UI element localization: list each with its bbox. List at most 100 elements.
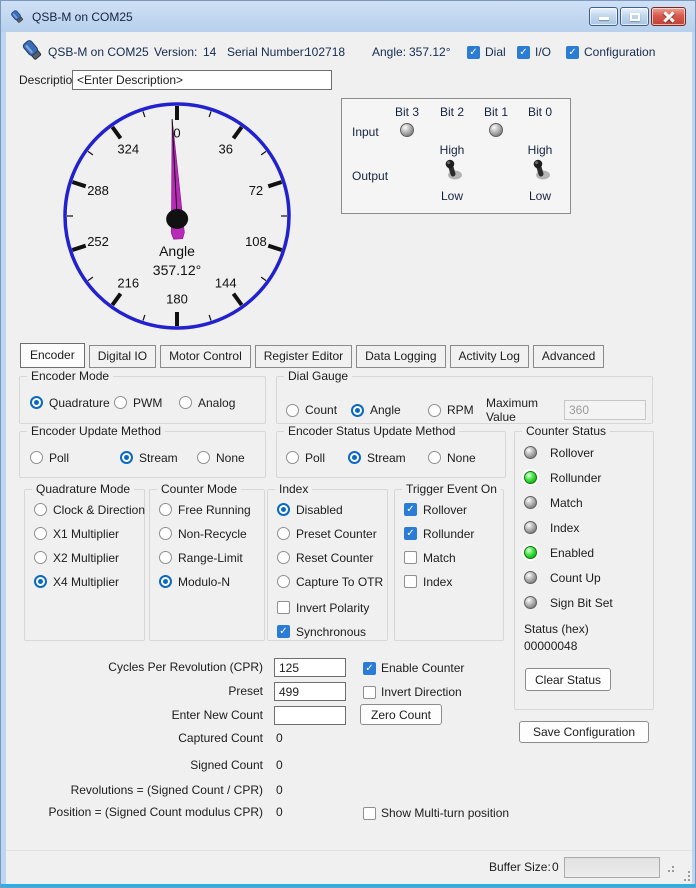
led-off: [524, 496, 537, 509]
radio-clock-direction[interactable]: Clock & Direction: [34, 503, 144, 516]
checkbox-mark: [363, 807, 376, 820]
captured-count-label: Captured Count: [13, 729, 263, 748]
tab-advanced[interactable]: Advanced: [533, 345, 604, 368]
checkbox-dial[interactable]: ✓ Dial: [467, 45, 506, 59]
tab-register-editor[interactable]: Register Editor: [255, 345, 352, 368]
bit3-header: Bit 3: [385, 105, 429, 119]
group-encoder-status-update-method: Encoder Status Update Method PollStreamN…: [276, 431, 506, 478]
checkbox-invert-direction[interactable]: Invert Direction: [363, 685, 462, 699]
client-area: QSB-M on COM25 Version: 14 Serial Number…: [6, 32, 692, 884]
captured-count-value: 0: [276, 729, 283, 748]
option-label: Count: [305, 403, 337, 417]
option-label: Reset Counter: [296, 551, 373, 565]
radio-mark: [351, 404, 364, 417]
led-label: Rollunder: [550, 471, 601, 485]
radio-angle[interactable]: Angle: [351, 404, 428, 417]
minimize-button[interactable]: [589, 7, 618, 26]
radio-non-recycle[interactable]: Non-Recycle: [159, 527, 264, 540]
titlebar[interactable]: QSB-M on COM25: [1, 1, 695, 32]
radio-none[interactable]: None: [428, 451, 476, 464]
maximize-icon: [630, 13, 640, 21]
status-led-rollunder: Rollunder: [515, 465, 653, 490]
checkbox-index[interactable]: Index: [404, 575, 503, 588]
tab-activity-log[interactable]: Activity Log: [450, 345, 529, 368]
checkbox-show-multiturn[interactable]: Show Multi-turn position: [363, 806, 509, 820]
option-label: Modulo-N: [178, 575, 230, 589]
bit0-low-label: Low: [518, 189, 562, 203]
radio-mark: [159, 527, 172, 540]
radio-quadrature[interactable]: Quadrature: [30, 396, 114, 409]
resize-grip[interactable]: [664, 862, 675, 873]
tab-data-logging[interactable]: Data Logging: [356, 345, 445, 368]
option-label: Rollover: [423, 503, 467, 517]
radio-x4-multiplier[interactable]: X4 Multiplier: [34, 575, 144, 588]
radio-stream[interactable]: Stream: [348, 451, 428, 464]
radio-free-running[interactable]: Free Running: [159, 503, 264, 516]
checkbox-mark: ✓: [517, 46, 530, 59]
radio-mark: [197, 451, 210, 464]
checkbox-label: Configuration: [584, 45, 655, 59]
radio-analog[interactable]: Analog: [179, 396, 235, 409]
tab-encoder[interactable]: Encoder: [20, 343, 85, 368]
maximize-button[interactable]: [620, 7, 649, 26]
checkbox-mark: [277, 601, 290, 614]
radio-x1-multiplier[interactable]: X1 Multiplier: [34, 527, 144, 540]
group-counter-status: Counter Status RolloverRollunderMatchInd…: [514, 431, 654, 710]
tab-motor-control[interactable]: Motor Control: [160, 345, 251, 368]
checkbox-rollover[interactable]: ✓Rollover: [404, 503, 503, 516]
buffer-progressbar: [564, 857, 660, 878]
checkbox-mark: [404, 575, 417, 588]
option-label: Index: [423, 575, 452, 589]
bit1-header: Bit 1: [474, 105, 518, 119]
status-led-index: Index: [515, 515, 653, 540]
checkbox-io[interactable]: ✓ I/O: [517, 45, 551, 59]
radio-disabled[interactable]: Disabled: [277, 503, 387, 516]
radio-count[interactable]: Count: [286, 404, 351, 417]
radio-pwm[interactable]: PWM: [114, 396, 179, 409]
zero-count-button[interactable]: Zero Count: [360, 704, 442, 725]
preset-input[interactable]: [274, 682, 346, 701]
checkbox-synchronous[interactable]: ✓Synchronous: [277, 625, 387, 638]
cpr-input[interactable]: [274, 658, 346, 677]
output-bit0-toggle[interactable]: [529, 157, 553, 183]
position-label: Position = (Signed Count modulus CPR): [13, 803, 263, 822]
status-hex-label: Status (hex): [524, 622, 589, 636]
checkbox-enable-counter[interactable]: ✓ Enable Counter: [363, 661, 464, 675]
tab-digital-io[interactable]: Digital IO: [89, 345, 156, 368]
option-label: Preset Counter: [296, 527, 377, 541]
checkbox-configuration[interactable]: ✓ Configuration: [566, 45, 655, 59]
option-label: Invert Polarity: [296, 601, 369, 615]
radio-capture-to-otr[interactable]: Capture To OTR: [277, 575, 387, 588]
radio-poll[interactable]: Poll: [286, 451, 348, 464]
option-label: RPM: [447, 403, 474, 417]
radio-mark: [34, 551, 47, 564]
revolutions-label: Revolutions = (Signed Count / CPR): [13, 781, 263, 800]
output-bit2-toggle[interactable]: [441, 157, 465, 183]
radio-range-limit[interactable]: Range-Limit: [159, 551, 264, 564]
checkbox-rollunder[interactable]: ✓Rollunder: [404, 527, 503, 540]
radio-none[interactable]: None: [197, 451, 245, 464]
save-configuration-button[interactable]: Save Configuration: [519, 721, 649, 743]
serial-value: 102718: [305, 45, 345, 59]
signed-count-value: 0: [276, 756, 283, 775]
checkbox-match[interactable]: Match: [404, 551, 503, 564]
checkbox-invert-polarity[interactable]: Invert Polarity: [277, 601, 387, 614]
radio-rpm[interactable]: RPM: [428, 404, 486, 417]
maximum-value-input[interactable]: [564, 400, 646, 420]
radio-poll[interactable]: Poll: [30, 451, 120, 464]
group-title: Counter Status: [522, 424, 610, 438]
radio-stream[interactable]: Stream: [120, 451, 197, 464]
radio-preset-counter[interactable]: Preset Counter: [277, 527, 387, 540]
description-input[interactable]: [72, 70, 332, 90]
option-label: Range-Limit: [178, 551, 243, 565]
radio-modulo-n[interactable]: Modulo-N: [159, 575, 264, 588]
radio-reset-counter[interactable]: Reset Counter: [277, 551, 387, 564]
option-label: Free Running: [178, 503, 251, 517]
close-button[interactable]: [651, 7, 686, 26]
led-off: [524, 446, 537, 459]
clear-status-button[interactable]: Clear Status: [525, 668, 611, 691]
new-count-input[interactable]: [274, 706, 346, 725]
led-label: Enabled: [550, 546, 594, 560]
window-resize-grip[interactable]: [680, 871, 691, 882]
radio-x2-multiplier[interactable]: X2 Multiplier: [34, 551, 144, 564]
